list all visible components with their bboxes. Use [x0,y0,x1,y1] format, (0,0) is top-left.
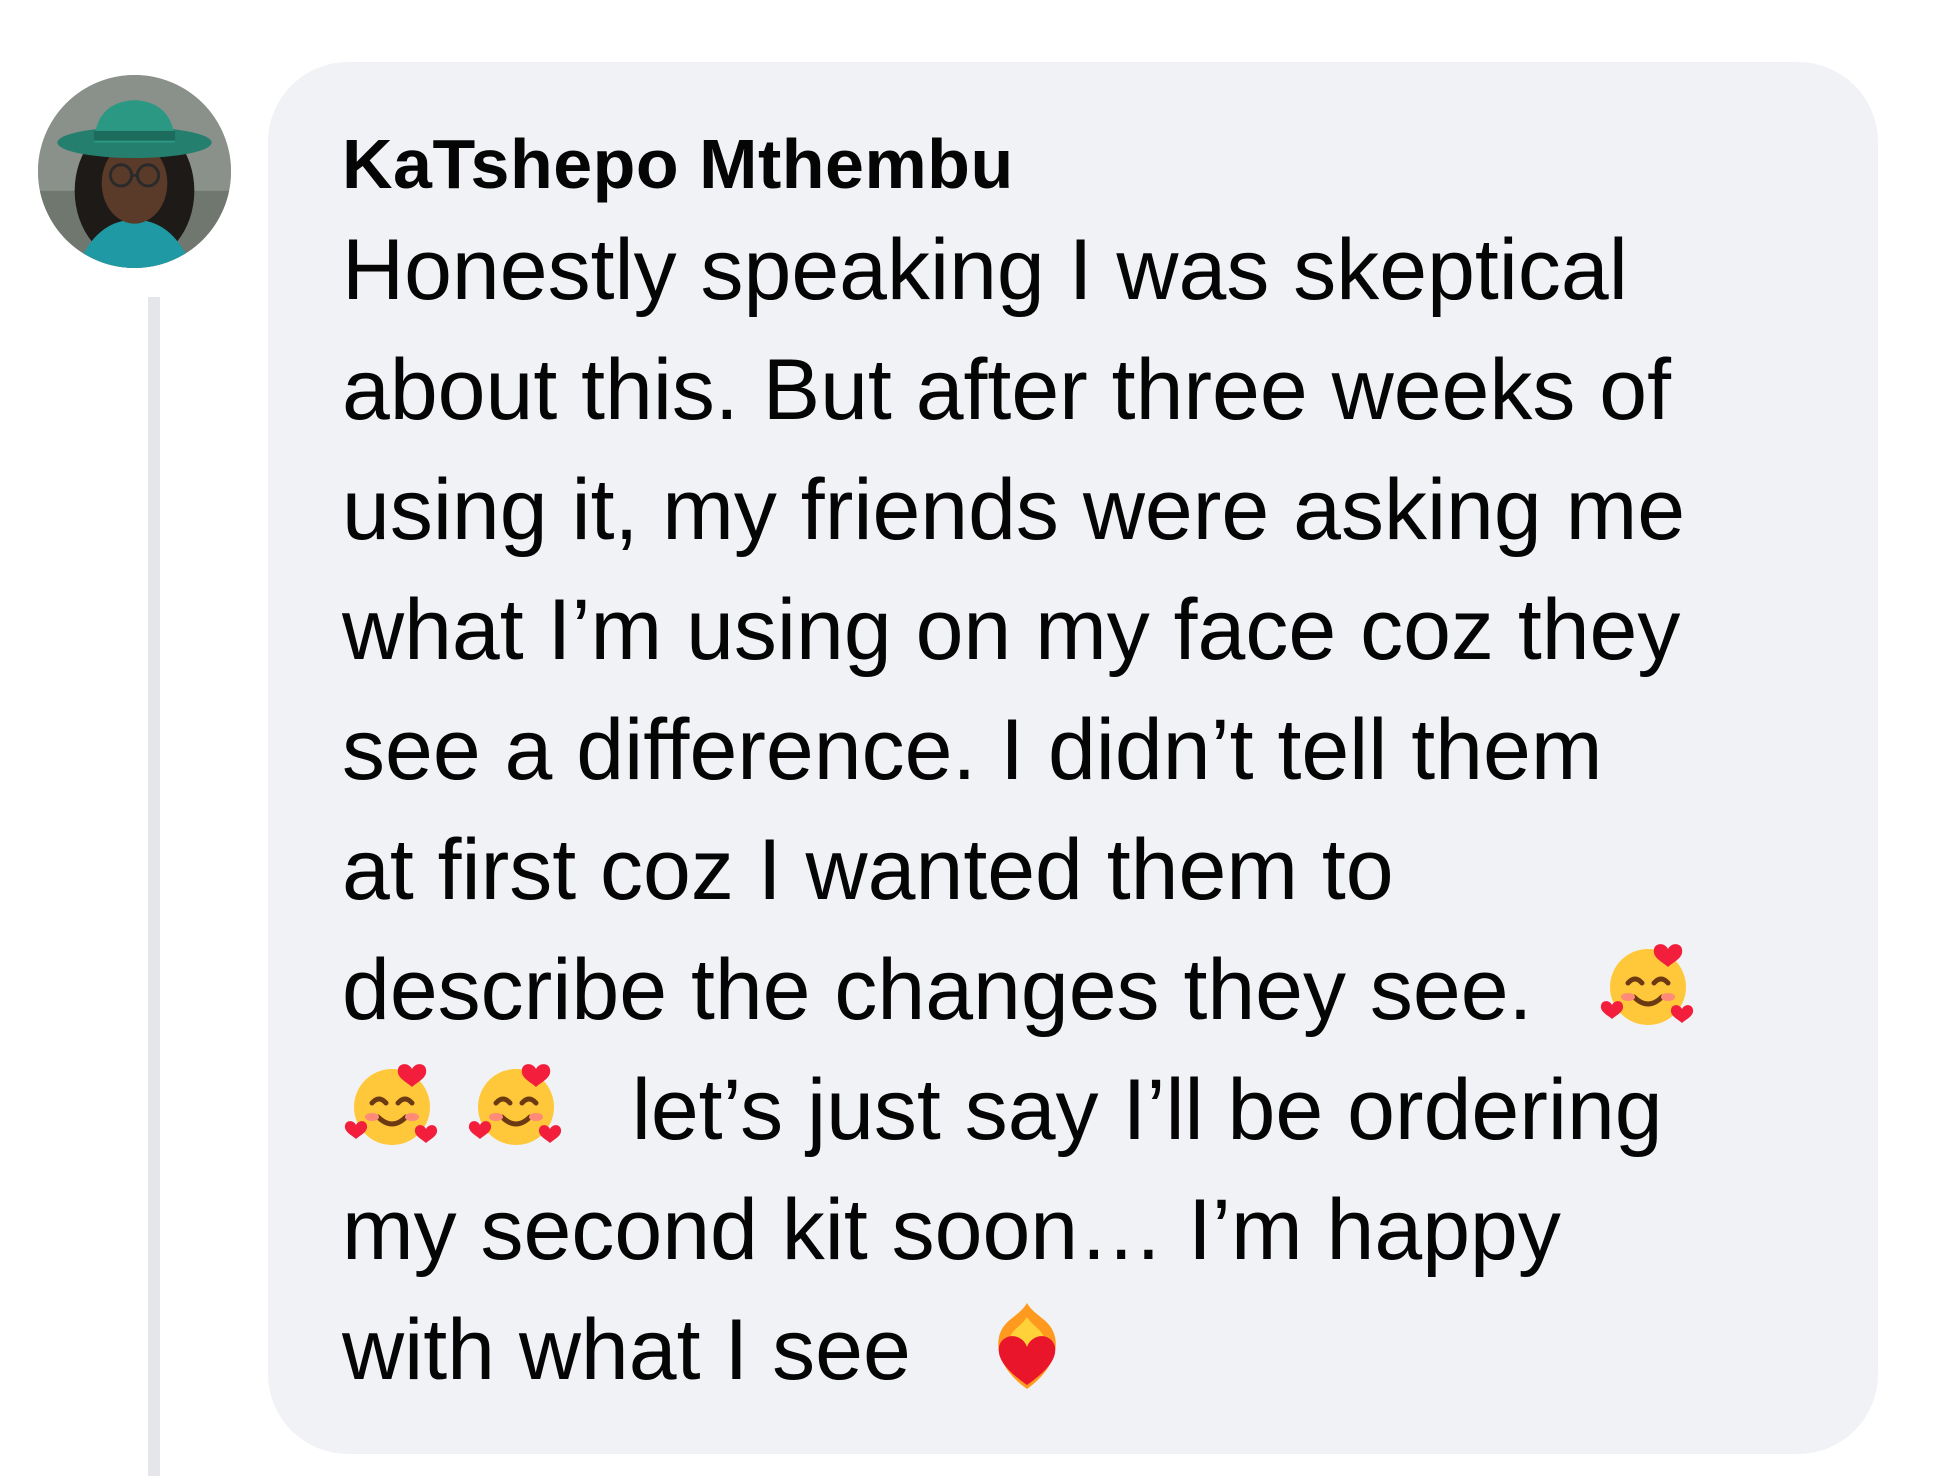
comment-line: about this. But after three weeks of [342,342,1671,438]
avatar[interactable] [38,75,231,268]
comment-line: Honestly speaking I was skeptical [342,222,1628,318]
comment-author[interactable]: KaTshepo Mthembu [342,118,1818,210]
comment-line: using it, my friends were asking me [342,462,1686,558]
comment-line: what I’m using on my face coz they [342,582,1681,678]
smiling-face-with-hearts-icon [1598,935,1698,1035]
heart-on-fire-icon [977,1295,1077,1395]
comment-line: describe the changes they see. [342,942,1533,1038]
profile-photo [38,75,231,268]
comment-line-with-emoji: let’s just say I’ll be ordering [342,1050,1818,1170]
comment-line: at first coz I wanted them to [342,822,1394,918]
comment-line: see a difference. I didn’t tell them [342,702,1603,798]
comment-line: with what I see [342,1302,911,1398]
comment-line: my second kit soon… I’m happy [342,1182,1561,1278]
comment-line-with-emoji: with what I see [342,1290,1818,1410]
comment-text: Honestly speaking I was skeptical about … [342,210,1818,1410]
thread-line [148,297,160,1476]
smiling-face-with-hearts-icon [342,1055,442,1155]
comment-line: let’s just say I’ll be ordering [631,1062,1663,1158]
smiling-face-with-hearts-icon [466,1055,566,1155]
comment-line-with-emoji: describe the changes they see. [342,930,1818,1050]
comment-bubble: KaTshepo Mthembu Honestly speaking I was… [268,62,1878,1454]
